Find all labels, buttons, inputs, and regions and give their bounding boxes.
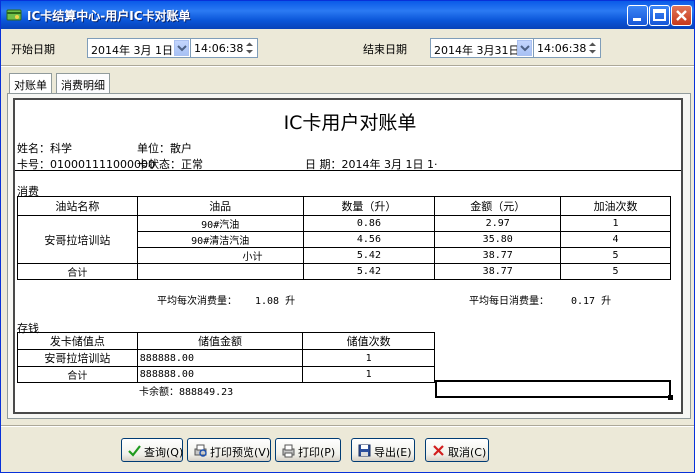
end-time-value: 14:06:38 [537,42,587,55]
avg-per-day-label: 平均每日消费量： [469,296,549,307]
amount-cell: 38.77 [434,263,562,280]
deposit-count: 1 [302,349,435,367]
amount-cell: 2.97 [434,215,562,232]
print-preview-button-label: 打印预览(V) [210,446,271,459]
chevron-down-icon [520,45,530,52]
tab-statement[interactable]: 对账单 [9,73,52,94]
start-time-picker[interactable]: 14:06:38 [190,38,258,58]
minimize-icon [633,18,641,21]
maximize-button[interactable] [649,5,670,26]
count-cell: 1 [560,215,671,232]
start-time-value: 14:06:38 [194,42,244,55]
consumption-table: 油站名称 油品 数量（升） 金额（元） 加油次数 安哥拉培训站 90#汽油 0.… [17,196,671,280]
query-button-label: 查询(Q) [144,446,184,459]
date-filter-bar: 开始日期 2014年 3月 1日 14:06:38 结束日期 2014年 3月3… [1,31,694,65]
count-cell: 4 [560,231,671,248]
amount-cell: 35.80 [434,231,562,248]
start-date-value: 2014年 3月 1日 [91,44,173,57]
start-date-picker[interactable]: 2014年 3月 1日 [87,38,191,58]
qty-cell: 0.86 [302,215,436,232]
empty-cell [136,263,304,280]
toolbar-separator [1,65,694,67]
total-label: 合计 [17,366,138,383]
deposit-amount: 888888.00 [136,366,304,383]
button-bar-separator [1,425,694,427]
amount-cell: 38.77 [434,247,562,264]
report-title: IC卡用户对账单 [283,112,417,134]
end-time-picker[interactable]: 14:06:38 [533,38,601,58]
column-header: 加油次数 [560,196,671,216]
count-cell: 5 [560,263,671,280]
end-date-dropdown[interactable] [517,40,532,56]
cancel-x-icon [433,445,444,456]
column-header: 储值次数 [302,332,435,350]
main-window: IC卡结算中心-用户IC卡对账单 开始日期 2014年 3月 1日 14:06:… [0,0,695,473]
avg-per-day-value: 0.17 升 [571,296,612,307]
column-header: 数量（升） [302,196,436,216]
avg-per-visit-value: 1.08 升 [255,296,296,307]
printer-icon [282,444,295,458]
holder-name: 姓名：科学 [17,142,72,155]
total-label: 合计 [17,263,138,280]
end-date-label: 结束日期 [363,43,407,56]
product-cell: 90#清洁汽油 [136,231,304,248]
cancel-button-label: 取消(C) [448,446,487,459]
window-title: IC卡结算中心-用户IC卡对账单 [27,9,191,23]
start-date-dropdown[interactable] [174,40,189,56]
subtotal-label: 小计 [136,247,304,264]
table-header-row: 油站名称 油品 数量（升） 金额（元） 加油次数 [17,196,671,216]
print-button-label: 打印(P) [298,446,336,459]
table-header-row: 发卡储值点 储值金额 储值次数 [17,332,435,350]
column-header: 发卡储值点 [17,332,138,350]
total-row: 合计 5.42 38.77 5 [17,263,671,280]
column-header: 储值金额 [136,332,304,350]
spin-arrows-icon[interactable] [243,40,256,56]
column-header: 油品 [136,196,304,216]
close-button[interactable] [671,5,692,26]
end-date-picker[interactable]: 2014年 3月31日 [430,38,534,58]
deposit-amount: 888888.00 [136,349,304,367]
tab-panel: IC卡用户对账单 姓名：科学 单位：散户 卡号：010001111000000 … [7,93,691,419]
qty-cell: 4.56 [302,231,436,248]
statement-report: IC卡用户对账单 姓名：科学 单位：散户 卡号：010001111000000 … [13,98,683,414]
holder-unit: 单位：散户 [137,142,192,155]
qty-cell: 5.42 [302,247,436,264]
count-cell: 5 [560,247,671,264]
deposit-count: 1 [302,366,435,383]
title-bar[interactable]: IC卡结算中心-用户IC卡对账单 [1,1,694,29]
cell-resize-handle[interactable] [668,395,673,400]
table-row: 安哥拉培训站 90#汽油 0.86 2.97 1 [17,215,671,264]
minimize-button[interactable] [627,5,648,26]
export-button[interactable]: 导出(E) [351,438,415,462]
print-button[interactable]: 打印(P) [275,438,341,462]
chevron-down-icon [177,45,187,52]
column-header: 金额（元） [434,196,562,216]
station-name: 安哥拉培训站 [17,215,138,264]
query-button[interactable]: 查询(Q) [121,438,183,462]
maximize-icon [653,9,666,21]
end-date-value: 2014年 3月31日 [434,44,520,57]
avg-per-visit-label: 平均每次消费量： [157,296,237,307]
qty-cell: 5.42 [302,263,436,280]
card-balance: 卡余额：888849.23 [139,387,234,398]
close-icon [676,10,687,21]
export-button-label: 导出(E) [374,446,412,459]
print-preview-icon [194,444,207,457]
deposit-table: 发卡储值点 储值金额 储值次数 安哥拉培训站 888888.00 1 合计 88… [17,332,435,383]
total-row: 合计 888888.00 1 [17,366,435,383]
product-cell: 90#汽油 [136,215,304,232]
checkmark-icon [128,445,141,457]
tab-consumption-detail[interactable]: 消费明细 [56,73,110,93]
cancel-button[interactable]: 取消(C) [425,438,489,462]
selected-cell[interactable] [435,380,671,398]
app-icon [6,9,22,21]
spin-arrows-icon[interactable] [586,40,599,56]
save-disk-icon [358,444,371,457]
header-divider [15,170,681,171]
column-header: 油站名称 [17,196,138,216]
deposit-site: 安哥拉培训站 [17,349,138,367]
print-preview-button[interactable]: 打印预览(V) [187,438,271,462]
start-date-label: 开始日期 [11,43,55,56]
table-row: 安哥拉培训站 888888.00 1 [17,349,435,367]
